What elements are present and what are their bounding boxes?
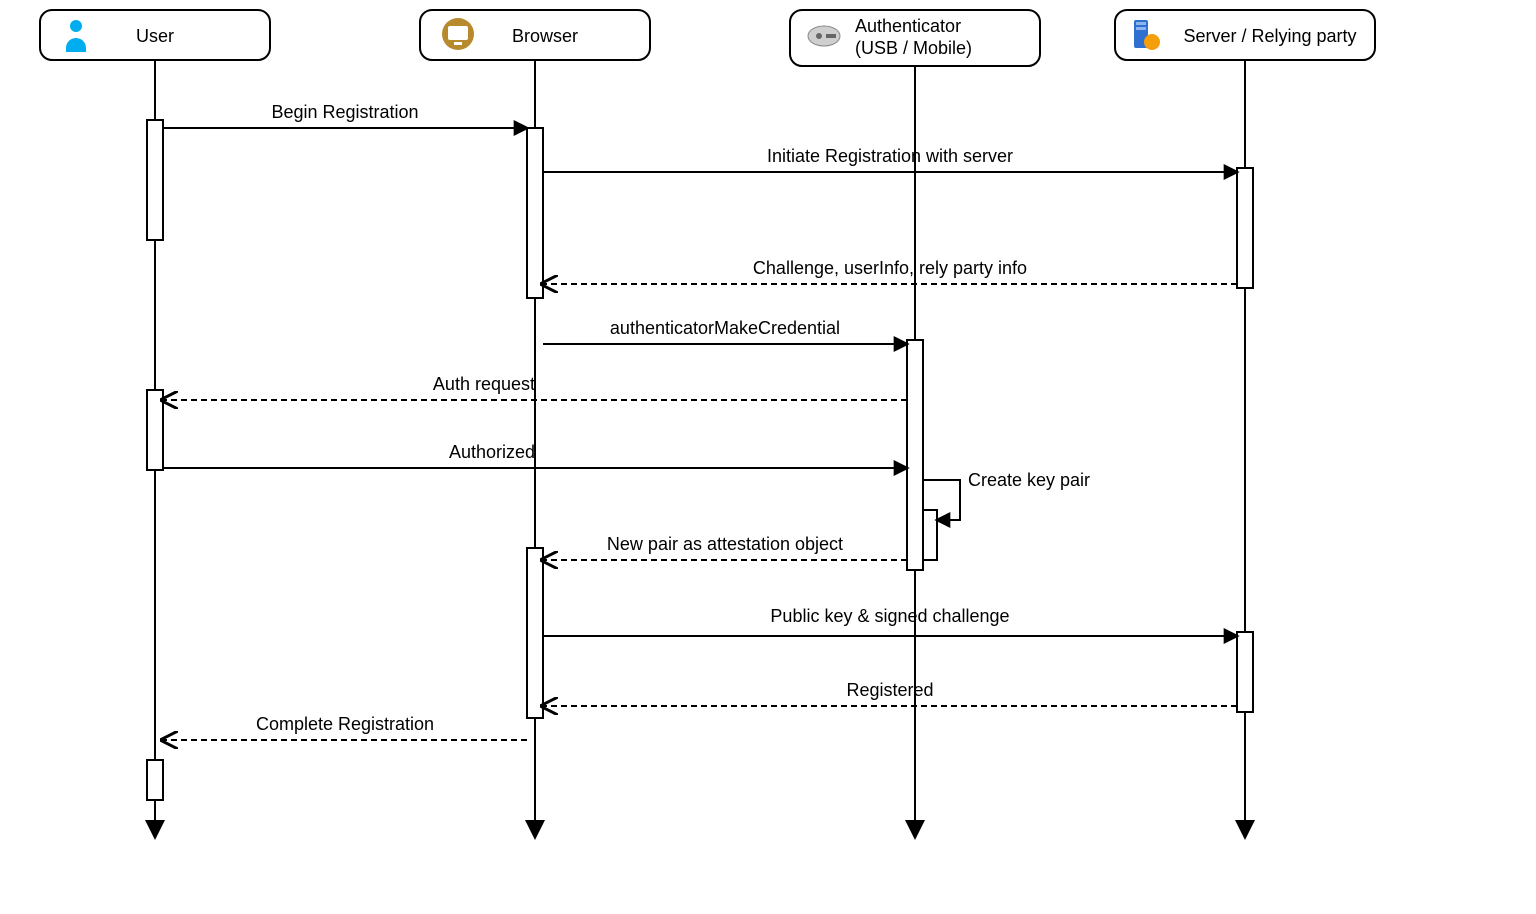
- sequence-diagram: User Browser Authenticator (USB / Mobile…: [0, 0, 1536, 914]
- activation-user-1: [147, 120, 163, 240]
- lifeline-end-server: [1235, 820, 1255, 840]
- participant-browser: Browser: [420, 10, 650, 60]
- activation-browser-2: [527, 548, 543, 718]
- msg-complete-registration-label: Complete Registration: [256, 714, 434, 734]
- participant-browser-label: Browser: [512, 26, 578, 46]
- participant-server: Server / Relying party: [1115, 10, 1375, 60]
- msg-authorized-label: Authorized: [449, 442, 535, 462]
- lifeline-end-auth: [905, 820, 925, 840]
- msg-auth-request-label: Auth request: [433, 374, 535, 394]
- participant-auth-label2: (USB / Mobile): [855, 38, 972, 58]
- msg-challenge-info-label: Challenge, userInfo, rely party info: [753, 258, 1027, 278]
- activation-auth-1: [907, 340, 923, 570]
- msg-public-key-label: Public key & signed challenge: [770, 606, 1009, 626]
- msg-initiate-registration-label: Initiate Registration with server: [767, 146, 1013, 166]
- msg-begin-registration-label: Begin Registration: [271, 102, 418, 122]
- msg-make-credential-label: authenticatorMakeCredential: [610, 318, 840, 338]
- activation-user-2: [147, 390, 163, 470]
- participant-authenticator: Authenticator (USB / Mobile): [790, 10, 1040, 66]
- msg-registered-label: Registered: [846, 680, 933, 700]
- activation-server-2: [1237, 632, 1253, 712]
- participant-server-label: Server / Relying party: [1183, 26, 1356, 46]
- key-icon: [808, 26, 840, 46]
- msg-attestation-object-label: New pair as attestation object: [607, 534, 843, 554]
- lifeline-end-user: [145, 820, 165, 840]
- activation-browser-1: [527, 128, 543, 298]
- activation-auth-self: [923, 510, 937, 560]
- activation-user-3: [147, 760, 163, 800]
- msg-create-key-pair-label: Create key pair: [968, 470, 1090, 490]
- activation-server-1: [1237, 168, 1253, 288]
- monitor-icon: [442, 18, 474, 50]
- lifeline-end-browser: [525, 820, 545, 840]
- participant-user-label: User: [136, 26, 174, 46]
- participant-auth-label1: Authenticator: [855, 16, 961, 36]
- participant-user: User: [40, 10, 270, 60]
